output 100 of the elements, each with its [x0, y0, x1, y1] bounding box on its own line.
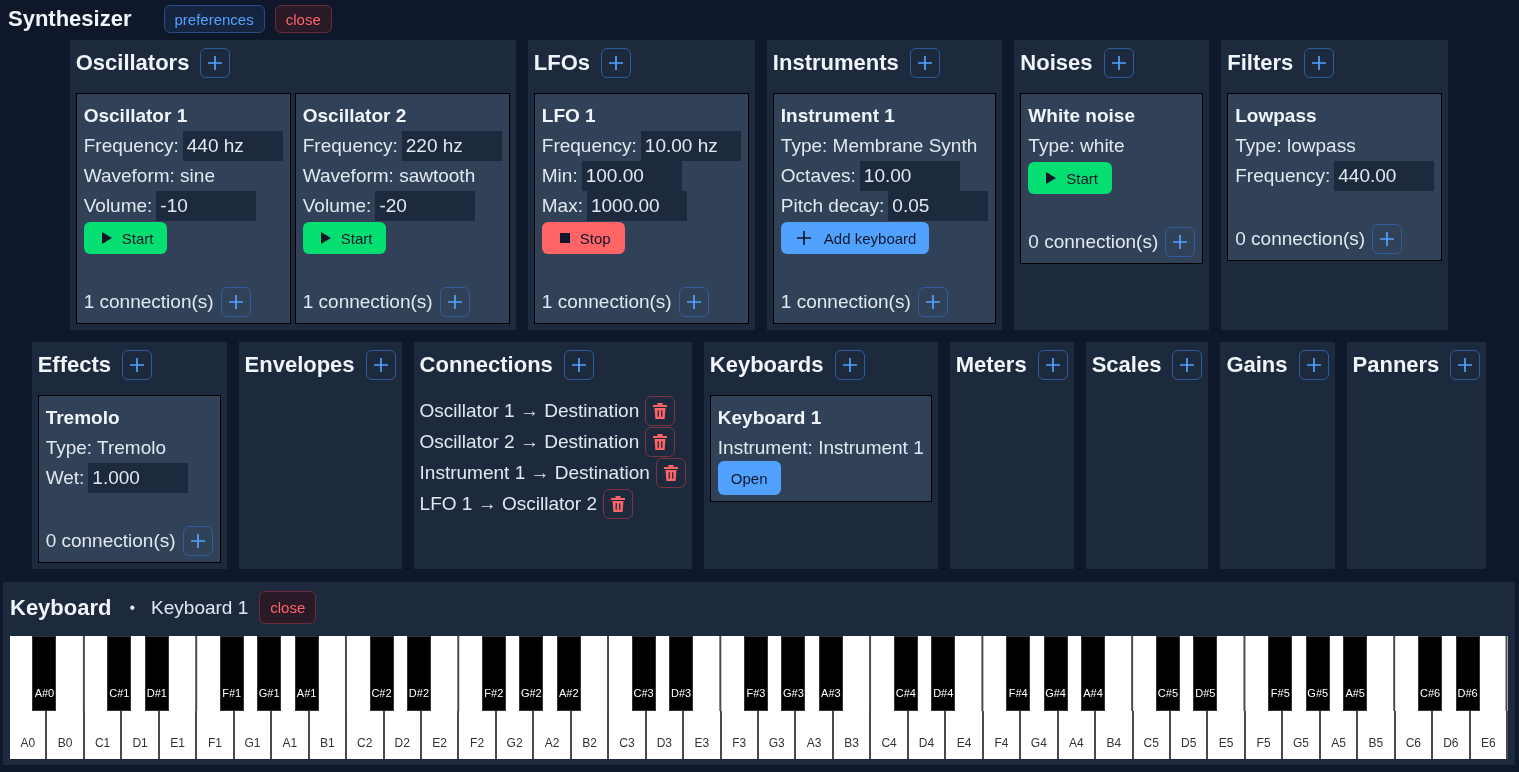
delete-button[interactable] — [645, 427, 676, 457]
sharp-key[interactable]: F#3 — [744, 636, 768, 711]
natural-key[interactable]: E3 — [684, 711, 722, 759]
natural-key[interactable]: G1 — [234, 711, 273, 759]
sharp-key[interactable]: G#2 — [519, 636, 544, 711]
value-input[interactable]: -20 — [375, 191, 476, 221]
natural-key[interactable]: F1 — [197, 711, 235, 759]
add-button[interactable] — [1298, 350, 1329, 380]
add-button[interactable] — [1304, 48, 1335, 78]
add-keyboard-button[interactable]: Add keyboard — [780, 222, 930, 254]
sharp-key[interactable]: F#5 — [1268, 636, 1293, 711]
natural-key[interactable]: B2 — [571, 711, 610, 759]
add-button[interactable] — [122, 350, 152, 380]
add-button[interactable] — [834, 350, 865, 380]
value-input[interactable]: -10 — [156, 191, 257, 221]
add-button[interactable] — [220, 287, 251, 317]
natural-key[interactable]: B1 — [309, 711, 348, 759]
delete-button[interactable] — [655, 458, 686, 488]
add-button[interactable] — [601, 48, 632, 78]
sharp-key[interactable]: D#6 — [1455, 636, 1480, 711]
delete-button[interactable] — [603, 489, 633, 519]
value-input[interactable]: 1.000 — [88, 463, 189, 493]
preferences-button[interactable]: preferences — [163, 5, 265, 33]
natural-key[interactable]: B3 — [833, 711, 872, 759]
sharp-key[interactable]: A#5 — [1343, 636, 1368, 711]
add-button[interactable] — [1172, 350, 1203, 380]
sharp-key[interactable]: F#4 — [1006, 636, 1031, 711]
natural-key[interactable]: E1 — [159, 711, 198, 759]
sharp-key[interactable]: F#1 — [219, 636, 244, 711]
natural-key[interactable]: C2 — [347, 711, 385, 759]
value-input[interactable]: 220 hz — [401, 131, 502, 161]
value-input[interactable]: 440.00 — [1334, 161, 1435, 191]
start-button[interactable]: Start — [1028, 162, 1113, 194]
sharp-key[interactable]: C#5 — [1155, 636, 1180, 711]
sharp-key[interactable]: G#4 — [1043, 636, 1068, 711]
add-button[interactable] — [182, 526, 213, 556]
value-input[interactable]: 100.00 — [581, 161, 682, 191]
natural-key[interactable]: A5 — [1320, 711, 1359, 759]
natural-key[interactable]: G3 — [759, 711, 797, 759]
natural-key[interactable]: D1 — [122, 711, 160, 759]
natural-key[interactable]: B0 — [47, 711, 85, 759]
sharp-key[interactable]: G#3 — [781, 636, 806, 711]
natural-key[interactable]: D5 — [1170, 711, 1209, 759]
add-button[interactable] — [1450, 350, 1481, 380]
value-input[interactable]: 440 hz — [182, 131, 283, 161]
natural-key[interactable]: A2 — [534, 711, 572, 759]
natural-key[interactable]: A1 — [272, 711, 310, 759]
stop-button[interactable]: Stop — [541, 222, 625, 254]
value-input[interactable]: 1000.00 — [587, 191, 687, 221]
add-button[interactable] — [1103, 48, 1134, 78]
natural-key[interactable]: E2 — [421, 711, 460, 759]
add-button[interactable] — [1037, 350, 1068, 380]
natural-key[interactable]: A0 — [10, 711, 48, 759]
natural-key[interactable]: C5 — [1133, 711, 1171, 759]
sharp-key[interactable]: A#3 — [818, 636, 843, 711]
natural-key[interactable]: G5 — [1283, 711, 1321, 759]
natural-key[interactable]: E4 — [946, 711, 984, 759]
add-button[interactable] — [1372, 224, 1403, 254]
sharp-key[interactable]: A#0 — [32, 636, 57, 711]
natural-key[interactable]: E5 — [1208, 711, 1246, 759]
open-button[interactable]: Open — [717, 461, 781, 495]
natural-key[interactable]: D6 — [1433, 711, 1471, 759]
natural-key[interactable]: G2 — [496, 711, 535, 759]
sharp-key[interactable]: A#1 — [294, 636, 319, 711]
sharp-key[interactable]: D#2 — [406, 636, 431, 711]
natural-key[interactable]: G4 — [1021, 711, 1059, 759]
natural-key[interactable]: C6 — [1395, 711, 1434, 759]
add-button[interactable] — [365, 350, 396, 380]
natural-key[interactable]: C3 — [609, 711, 647, 759]
close-button[interactable]: close — [274, 5, 332, 33]
start-button[interactable]: Start — [302, 222, 387, 254]
close-button[interactable]: close — [259, 591, 317, 624]
natural-key[interactable]: B5 — [1358, 711, 1396, 759]
natural-key[interactable]: C1 — [84, 711, 123, 759]
sharp-key[interactable]: C#6 — [1418, 636, 1443, 711]
natural-key[interactable]: F5 — [1245, 711, 1284, 759]
natural-key[interactable]: D2 — [384, 711, 422, 759]
add-button[interactable] — [1165, 227, 1196, 257]
natural-key[interactable]: D3 — [646, 711, 685, 759]
sharp-key[interactable]: G#1 — [257, 636, 282, 711]
value-input[interactable]: 10.00 hz — [640, 131, 741, 161]
natural-key[interactable]: E6 — [1470, 711, 1508, 759]
natural-key[interactable]: F2 — [459, 711, 497, 759]
sharp-key[interactable]: C#1 — [107, 636, 132, 711]
start-button[interactable]: Start — [83, 222, 168, 254]
sharp-key[interactable]: D#4 — [931, 636, 956, 711]
sharp-key[interactable]: G#5 — [1305, 636, 1330, 711]
sharp-key[interactable]: D#3 — [669, 636, 694, 711]
add-button[interactable] — [439, 287, 470, 317]
natural-key[interactable]: C4 — [871, 711, 909, 759]
natural-key[interactable]: B4 — [1096, 711, 1134, 759]
natural-key[interactable]: F3 — [721, 711, 759, 759]
natural-key[interactable]: F4 — [983, 711, 1022, 759]
add-button[interactable] — [909, 48, 940, 78]
sharp-key[interactable]: D#5 — [1193, 636, 1218, 711]
add-button[interactable] — [563, 350, 594, 380]
sharp-key[interactable]: C#3 — [631, 636, 656, 711]
sharp-key[interactable]: F#2 — [481, 636, 506, 711]
sharp-key[interactable]: D#1 — [144, 636, 169, 711]
add-button[interactable] — [917, 287, 948, 317]
